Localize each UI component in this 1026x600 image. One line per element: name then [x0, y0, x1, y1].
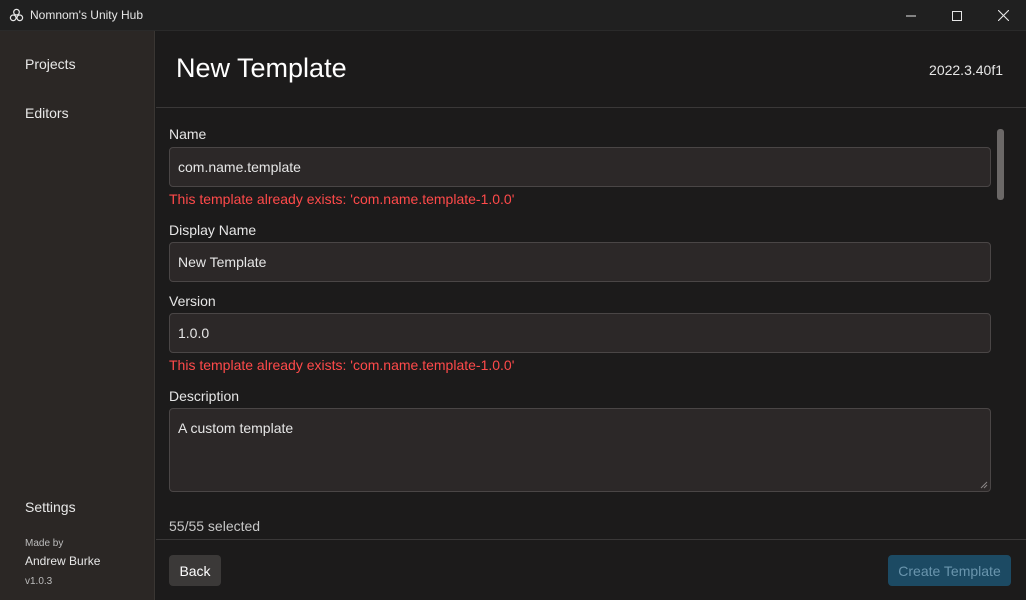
page-header: New Template 2022.3.40f1	[156, 31, 1026, 108]
author-name: Andrew Burke	[25, 554, 101, 568]
display-name-field[interactable]: New Template	[169, 242, 991, 282]
template-form: Name com.name.template This template alr…	[156, 109, 1026, 539]
scrollbar-thumb[interactable]	[997, 129, 1004, 200]
title-bar: Nomnom's Unity Hub	[0, 0, 1026, 31]
name-label: Name	[169, 126, 207, 142]
description-label: Description	[169, 388, 240, 404]
name-field[interactable]: com.name.template	[169, 147, 991, 187]
sidebar-item-settings[interactable]: Settings	[25, 499, 76, 515]
main-panel: New Template 2022.3.40f1 Name com.name.t…	[156, 31, 1026, 600]
minimize-icon	[906, 15, 916, 16]
resize-grip-icon[interactable]	[980, 481, 988, 489]
sidebar-item-projects[interactable]: Projects	[25, 56, 76, 72]
footer-bar: Back Create Template	[156, 539, 1026, 600]
description-text: A custom template	[178, 420, 294, 436]
unity-cube-icon	[9, 8, 24, 22]
maximize-button[interactable]	[934, 0, 980, 31]
close-icon	[997, 10, 1009, 21]
sidebar: Projects Editors Settings Made by Andrew…	[0, 31, 155, 600]
display-name-label: Display Name	[169, 222, 257, 238]
window-title: Nomnom's Unity Hub	[30, 8, 143, 22]
selected-count: 55/55 selected	[169, 518, 261, 534]
version-error: This template already exists: 'com.name.…	[169, 357, 515, 373]
made-by-label: Made by	[25, 538, 64, 549]
description-field[interactable]: A custom template	[169, 408, 991, 492]
app-version: v1.0.3	[25, 576, 53, 587]
version-label: Version	[169, 293, 216, 309]
back-button[interactable]: Back	[169, 555, 221, 586]
close-button[interactable]	[980, 0, 1026, 31]
version-field[interactable]: 1.0.0	[169, 313, 991, 353]
editor-version: 2022.3.40f1	[929, 62, 1003, 78]
maximize-icon	[952, 10, 962, 21]
create-template-button[interactable]: Create Template	[888, 555, 1011, 586]
minimize-button[interactable]	[888, 0, 934, 31]
name-error: This template already exists: 'com.name.…	[169, 191, 515, 207]
sidebar-item-editors[interactable]: Editors	[25, 105, 69, 121]
page-title: New Template	[176, 53, 347, 83]
